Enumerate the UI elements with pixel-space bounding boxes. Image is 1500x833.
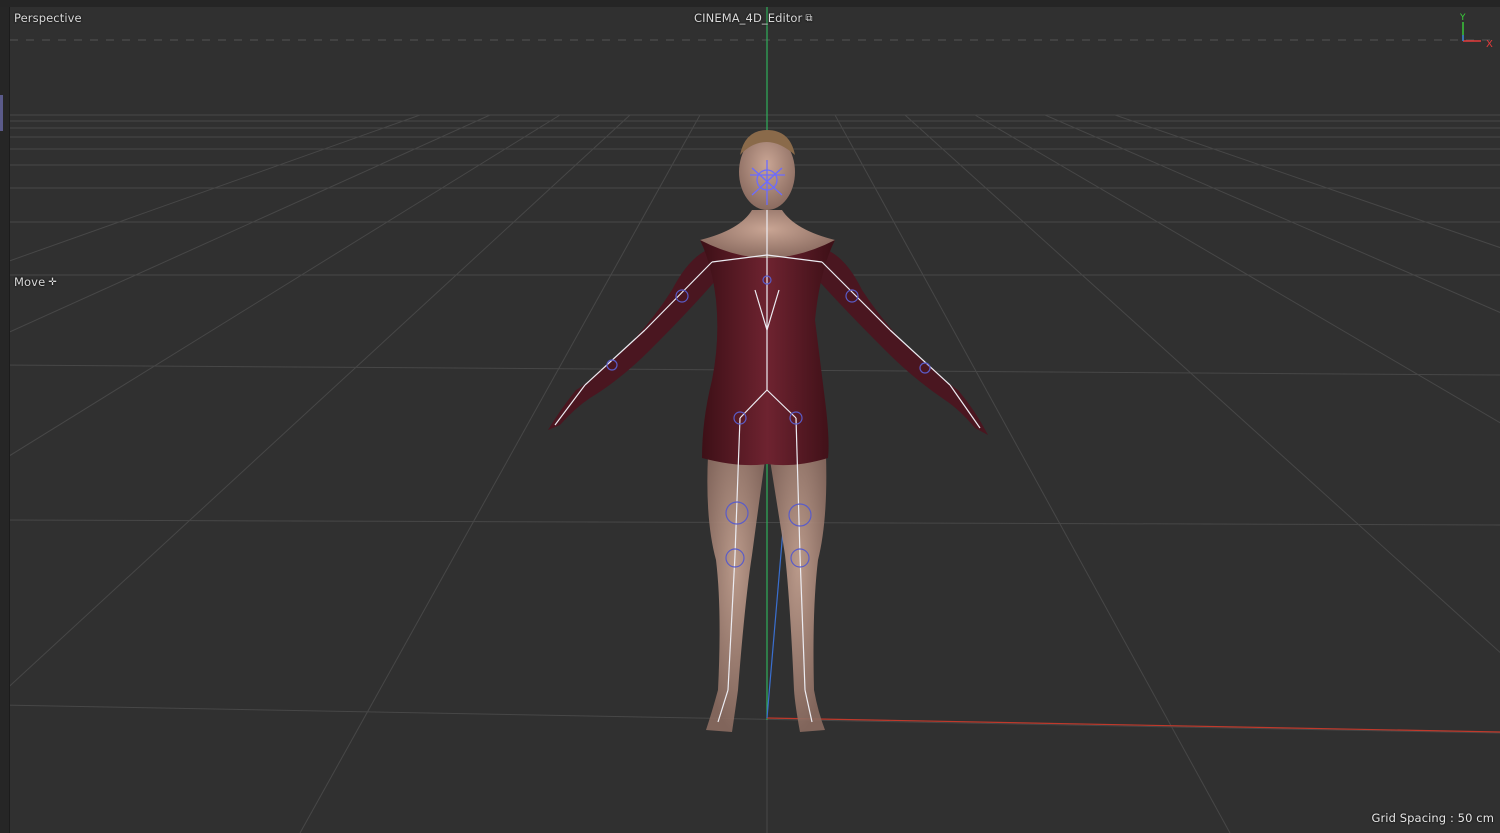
active-tool-marker — [0, 95, 3, 131]
perspective-viewport[interactable]: Perspective CINEMA_4D_Editor ⧉ Move ✛ Y X … — [0, 0, 1500, 833]
left-tool-strip — [0, 0, 10, 833]
gizmo-x-label: X — [1486, 39, 1493, 50]
axis-gizmo: Y X — [1455, 10, 1497, 50]
view-name-label[interactable]: Perspective — [14, 11, 82, 25]
move-cross-icon: ✛ — [48, 277, 57, 288]
character-model[interactable] — [548, 130, 988, 732]
top-menu-strip — [0, 0, 1500, 7]
tool-name: Move — [14, 275, 46, 289]
camera-name: CINEMA_4D_Editor — [694, 11, 803, 25]
gizmo-y-label: Y — [1459, 13, 1466, 23]
camera-name-label[interactable]: CINEMA_4D_Editor ⧉ — [694, 11, 813, 25]
camera-link-icon: ⧉ — [805, 13, 813, 24]
active-tool-label: Move ✛ — [14, 275, 57, 289]
grid-spacing-label: Grid Spacing : 50 cm — [1371, 811, 1494, 825]
world-x-axis — [766, 717, 1500, 733]
world-z-axis — [766, 529, 784, 719]
viewport-scene[interactable] — [0, 0, 1500, 833]
